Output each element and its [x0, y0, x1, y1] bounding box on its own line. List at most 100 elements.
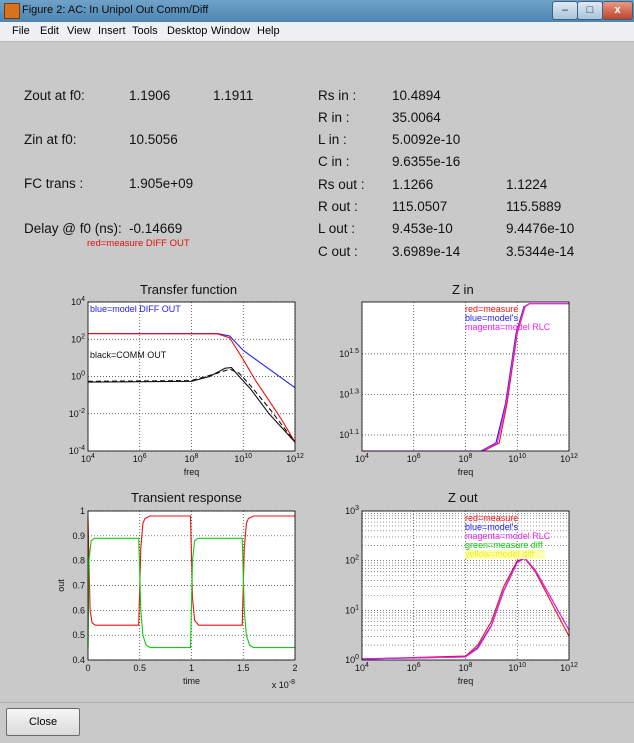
menu-edit[interactable]: Edit	[40, 25, 59, 37]
x-tick-label: 104	[355, 453, 369, 464]
y-tick-label: 101.1	[339, 429, 359, 440]
window-titlebar[interactable]: Figure 2: AC: In Unipol Out Comm/Diff – …	[0, 0, 634, 22]
zin-value: 10.5056	[129, 132, 178, 147]
transient-response-title: Transient response	[131, 490, 242, 505]
zout-value-1: 1.1906	[129, 88, 171, 103]
delay-label: Delay @ f0 (ns):	[24, 221, 122, 236]
y-axis-label: out	[56, 579, 66, 592]
x-tick-label: 104	[355, 662, 369, 673]
y-tick-label: 10-2	[69, 408, 85, 419]
zin-plot[interactable]: 104 106 108 1010 1012101.1101.3101.5freqred=…	[332, 296, 582, 480]
x-tick-label: 104	[81, 453, 95, 464]
c-in-label: C in :	[318, 154, 350, 169]
legend-text: yellow=model diff	[465, 549, 535, 559]
y-tick-label: 0.4	[72, 655, 85, 665]
zout-plot[interactable]: 104 106 108 1010 1012100101102103freqred=mea…	[332, 505, 582, 697]
x-tick-label: 1012	[286, 453, 304, 464]
close-window-button[interactable]: x	[602, 1, 633, 20]
x-tick-label: 1012	[560, 453, 578, 464]
l-out-label: L out :	[318, 221, 356, 236]
matlab-logo-icon	[4, 3, 20, 19]
y-tick-label: 104	[71, 296, 85, 307]
y-tick-label: 0.6	[72, 605, 85, 615]
fc-trans-label: FC trans :	[24, 176, 84, 191]
rs-in-label: Rs in :	[318, 88, 357, 103]
zin-label: Zin at f0:	[24, 132, 77, 147]
close-button[interactable]: Close	[6, 708, 80, 736]
y-tick-label: 0.8	[72, 556, 85, 566]
y-tick-label: 101.5	[339, 348, 359, 359]
x-tick-label: 106	[407, 453, 421, 464]
x-tick-label: 1.5	[237, 663, 250, 673]
x-tick-label: 0	[85, 663, 90, 673]
menu-tools[interactable]: Tools	[132, 25, 158, 37]
zout-value-2: 1.1911	[213, 88, 254, 103]
fc-trans-value: 1.905e+09	[129, 176, 194, 191]
y-tick-label: 103	[345, 505, 359, 516]
y-tick-label: 0.7	[72, 581, 85, 591]
x-tick-label: 106	[407, 662, 421, 673]
l-in-value: 5.0092e-10	[392, 132, 461, 147]
legend-text: blue=model DIFF OUT	[90, 304, 181, 314]
r-out-value-2: 115.5889	[506, 199, 562, 214]
y-tick-label: 101	[345, 604, 359, 615]
y-tick-label: 0.5	[72, 630, 85, 640]
measure-note: red=measure DIFF OUT	[87, 238, 190, 249]
x-axis-label: time	[183, 676, 200, 686]
rs-out-value-1: 1.1266	[392, 177, 434, 192]
x-axis-label: freq	[458, 676, 474, 686]
x-tick-label: 1010	[234, 453, 252, 464]
menu-bar: File Edit View Insert Tools Desktop Wind…	[0, 22, 634, 42]
menu-file[interactable]: File	[12, 25, 30, 37]
x-tick-label: 1012	[560, 662, 578, 673]
window-title: Figure 2: AC: In Unipol Out Comm/Diff	[22, 4, 209, 16]
zin-plot-title: Z in	[452, 282, 474, 297]
legend-text: magenta=model RLC	[465, 322, 551, 332]
rs-out-label: Rs out :	[318, 177, 365, 192]
x-tick-label: 1010	[508, 662, 526, 673]
r-out-label: R out :	[318, 199, 358, 214]
y-tick-label: 100	[71, 371, 85, 382]
r-in-value: 35.0064	[392, 110, 441, 125]
y-tick-label: 102	[71, 333, 85, 344]
x-tick-label: 106	[133, 453, 147, 464]
menu-insert[interactable]: Insert	[98, 25, 126, 37]
minimize-button[interactable]: –	[552, 1, 578, 20]
rs-in-value: 10.4894	[392, 88, 441, 103]
transient-response-plot[interactable]: 0 0.5 1 1.5 2 0.4 0.5 0.6 0.7 0.8 0.9 1 time out x 10-…	[48, 505, 308, 697]
y-tick-label: 0.9	[72, 531, 85, 541]
y-tick-label: 102	[345, 555, 359, 566]
legend-text: black=COMM OUT	[90, 350, 167, 360]
transfer-function-title: Transfer function	[140, 282, 238, 297]
menu-help[interactable]: Help	[257, 25, 280, 37]
x-tick-label: 0.5	[133, 663, 146, 673]
l-out-value-1: 9.453e-10	[392, 221, 453, 236]
x-tick-label: 1010	[508, 453, 526, 464]
menu-view[interactable]: View	[67, 25, 91, 37]
x-tick-label: 1	[189, 663, 194, 673]
maximize-button[interactable]: □	[577, 1, 603, 20]
rs-out-value-2: 1.1224	[506, 177, 548, 192]
zout-label: Zout at f0:	[24, 88, 85, 103]
x-multiplier-label: x 10-8	[272, 679, 295, 690]
r-out-value-1: 115.0507	[392, 199, 448, 214]
x-tick-label: 108	[459, 662, 473, 673]
l-in-label: L in :	[318, 132, 347, 147]
x-axis-label: freq	[184, 467, 200, 477]
zout-plot-title: Z out	[448, 490, 478, 505]
c-out-label: C out :	[318, 244, 358, 259]
x-tick-label: 108	[459, 453, 473, 464]
transfer-function-plot[interactable]: 104 106 108 1010 101210-410-2100102104freqbl…	[58, 296, 308, 480]
r-in-label: R in :	[318, 110, 350, 125]
c-out-value-1: 3.6989e-14	[392, 244, 461, 259]
menu-window[interactable]: Window	[211, 25, 250, 37]
button-bar	[0, 702, 634, 743]
delay-value: -0.14669	[129, 221, 183, 236]
x-tick-label: 108	[185, 453, 199, 464]
l-out-value-2: 9.4476e-10	[506, 221, 575, 236]
x-tick-label: 2	[292, 663, 297, 673]
c-in-value: 9.6355e-16	[392, 154, 461, 169]
y-tick-label: 1	[80, 506, 85, 516]
c-out-value-2: 3.5344e-14	[506, 244, 575, 259]
menu-desktop[interactable]: Desktop	[167, 25, 207, 37]
